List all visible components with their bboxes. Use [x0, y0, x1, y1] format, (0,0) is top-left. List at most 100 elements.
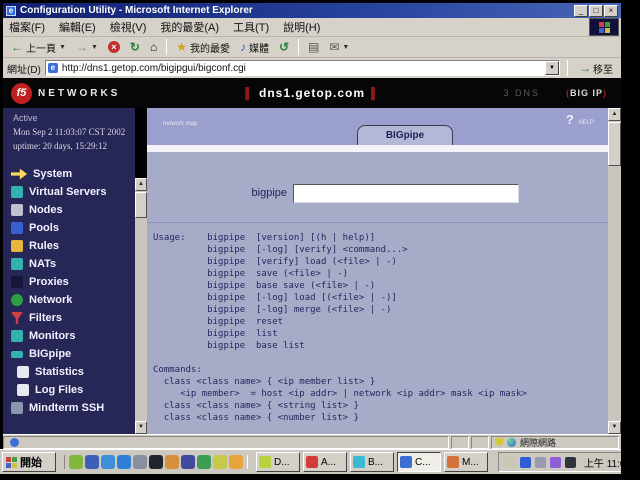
help-button[interactable]: ? HELP: [566, 111, 594, 129]
sidebar-item-pools[interactable]: Pools: [3, 219, 135, 237]
print-button[interactable]: ▤: [304, 38, 323, 56]
sidebar-item-mindterm-ssh[interactable]: Mindterm SSH: [3, 399, 135, 417]
sidebar-item-system[interactable]: System: [3, 165, 135, 183]
status-panel: [471, 435, 489, 449]
log-files-icon: [17, 384, 29, 396]
tray-icon[interactable]: [534, 456, 546, 468]
quick-launch-icon[interactable]: [165, 455, 179, 469]
back-dropdown-icon[interactable]: ▼: [59, 44, 66, 51]
scroll-up-icon[interactable]: ▲: [608, 108, 621, 121]
menu-edit[interactable]: 編輯(E): [59, 19, 96, 35]
quick-launch-icon[interactable]: [69, 455, 83, 469]
toolbar-separator: [298, 39, 300, 55]
page-icon: e: [47, 63, 58, 73]
frame-edge: [0, 474, 640, 480]
proxies-icon: [11, 276, 23, 288]
maximize-button[interactable]: □: [589, 4, 603, 17]
back-label: 上一頁: [26, 43, 56, 55]
start-label: 開始: [20, 457, 42, 469]
quick-launch-icon[interactable]: [213, 455, 227, 469]
status-panel: [451, 435, 469, 449]
refresh-button[interactable]: ↻: [126, 38, 144, 56]
media-button[interactable]: ♪ 媒體: [236, 38, 273, 56]
input-method-icon[interactable]: [519, 456, 531, 468]
menu-file[interactable]: 檔案(F): [9, 19, 45, 35]
sidebar-item-virtual-servers[interactable]: Virtual Servers: [3, 183, 135, 201]
forward-button[interactable]: → ▼: [72, 38, 102, 56]
quick-launch-icon[interactable]: [181, 455, 195, 469]
address-input[interactable]: http://dns1.getop.com/bigipgui/bigconf.c…: [62, 63, 545, 74]
sidebar-item-bigpipe[interactable]: BIGpipe: [3, 345, 135, 363]
task-button[interactable]: D...: [256, 452, 300, 472]
favorites-star-icon: ★: [176, 40, 187, 54]
address-dropdown-icon[interactable]: ▼: [545, 61, 559, 75]
sidebar-item-nodes[interactable]: Nodes: [3, 201, 135, 219]
tab-bigpipe[interactable]: BIGpipe: [357, 125, 453, 145]
quick-launch-icon[interactable]: [85, 455, 99, 469]
mail-dropdown-icon[interactable]: ▼: [342, 44, 349, 51]
tray-icon[interactable]: [564, 456, 576, 468]
menu-tools[interactable]: 工具(T): [233, 19, 269, 35]
menu-bar: 檔案(F) 編輯(E) 檢視(V) 我的最愛(A) 工具(T) 說明(H): [3, 18, 621, 37]
go-button[interactable]: → 移至: [575, 61, 617, 76]
quick-launch-icon[interactable]: [133, 455, 147, 469]
sidebar-item-statistics[interactable]: Statistics: [3, 363, 135, 381]
sidebar-item-log-files[interactable]: Log Files: [3, 381, 135, 399]
system-uptime: uptime: 20 days, 15:29:12: [13, 141, 107, 151]
mail-button[interactable]: ✉ ▼: [325, 38, 353, 56]
go-label: 移至: [593, 64, 613, 76]
media-label: 媒體: [248, 43, 269, 55]
sidebar-item-network[interactable]: Network: [3, 291, 135, 309]
history-button[interactable]: ↺: [275, 38, 293, 56]
sidebar-item-rules[interactable]: Rules: [3, 237, 135, 255]
quick-launch-icon[interactable]: [101, 455, 115, 469]
scroll-down-icon[interactable]: ▼: [135, 421, 147, 434]
sidebar-item-proxies[interactable]: Proxies: [3, 273, 135, 291]
task-button[interactable]: B...: [350, 452, 394, 472]
refresh-icon: ↻: [129, 40, 140, 54]
task-button[interactable]: A...: [303, 452, 347, 472]
scroll-down-icon[interactable]: ▼: [608, 421, 621, 434]
taskbar: 開始 D... A... B... C... M... 上午 11:02: [0, 449, 640, 474]
forward-dropdown-icon[interactable]: ▼: [91, 44, 98, 51]
menu-favorites[interactable]: 我的最愛(A): [160, 19, 219, 35]
start-button[interactable]: 開始: [2, 452, 56, 472]
volume-icon[interactable]: [504, 456, 516, 468]
tab-strip: [147, 145, 608, 152]
back-button[interactable]: ← 上一頁 ▼: [7, 38, 70, 56]
home-button[interactable]: ⌂: [146, 38, 161, 56]
favorites-button[interactable]: ★ 我的最愛: [172, 38, 234, 56]
quick-launch-icon[interactable]: [117, 455, 131, 469]
scrollbar-thumb[interactable]: [608, 122, 621, 166]
help-icon: ?: [565, 112, 574, 127]
title-bar[interactable]: e Configuration Utility - Microsoft Inte…: [3, 3, 621, 18]
menu-help[interactable]: 說明(H): [283, 19, 320, 35]
address-bar: 網址(D) e http://dns1.getop.com/bigipgui/b…: [3, 58, 621, 78]
menu-view[interactable]: 檢視(V): [110, 19, 147, 35]
toolbar-separator: [166, 39, 168, 55]
system-datetime: Mon Sep 2 11:03:07 CST 2002: [13, 127, 126, 137]
quick-launch-icon[interactable]: [149, 455, 163, 469]
stop-button[interactable]: ×: [104, 38, 124, 56]
content-header-band: network map ? HELP BIGpipe: [147, 108, 608, 145]
bigpipe-command-input[interactable]: [293, 184, 519, 203]
tray-icon[interactable]: [549, 456, 561, 468]
task-button[interactable]: M...: [444, 452, 488, 472]
ie-throbber: [589, 18, 619, 36]
sidebar-item-filters[interactable]: Filters: [3, 309, 135, 327]
network-map-button[interactable]: network map: [163, 112, 197, 130]
quick-launch-icon[interactable]: [197, 455, 211, 469]
close-button[interactable]: ×: [604, 4, 618, 17]
toolbar: ← 上一頁 ▼ → ▼ × ↻ ⌂ ★ 我的最愛 ♪ 媒體 ↺ ▤ ✉ ▼: [3, 37, 621, 58]
mail-icon: ✉: [329, 40, 340, 54]
internet-globe-icon: [507, 437, 516, 447]
task-button-active[interactable]: C...: [397, 452, 441, 472]
monitors-icon: [11, 330, 23, 342]
sidebar-item-nats[interactable]: NATs: [3, 255, 135, 273]
sidebar-item-monitors[interactable]: Monitors: [3, 327, 135, 345]
task-buttons: D... A... B... C... M...: [256, 452, 494, 472]
scrollbar-thumb[interactable]: [135, 192, 147, 218]
minimize-button[interactable]: _: [574, 4, 588, 17]
quick-launch-icon[interactable]: [229, 455, 243, 469]
scroll-up-icon[interactable]: ▲: [135, 178, 147, 191]
